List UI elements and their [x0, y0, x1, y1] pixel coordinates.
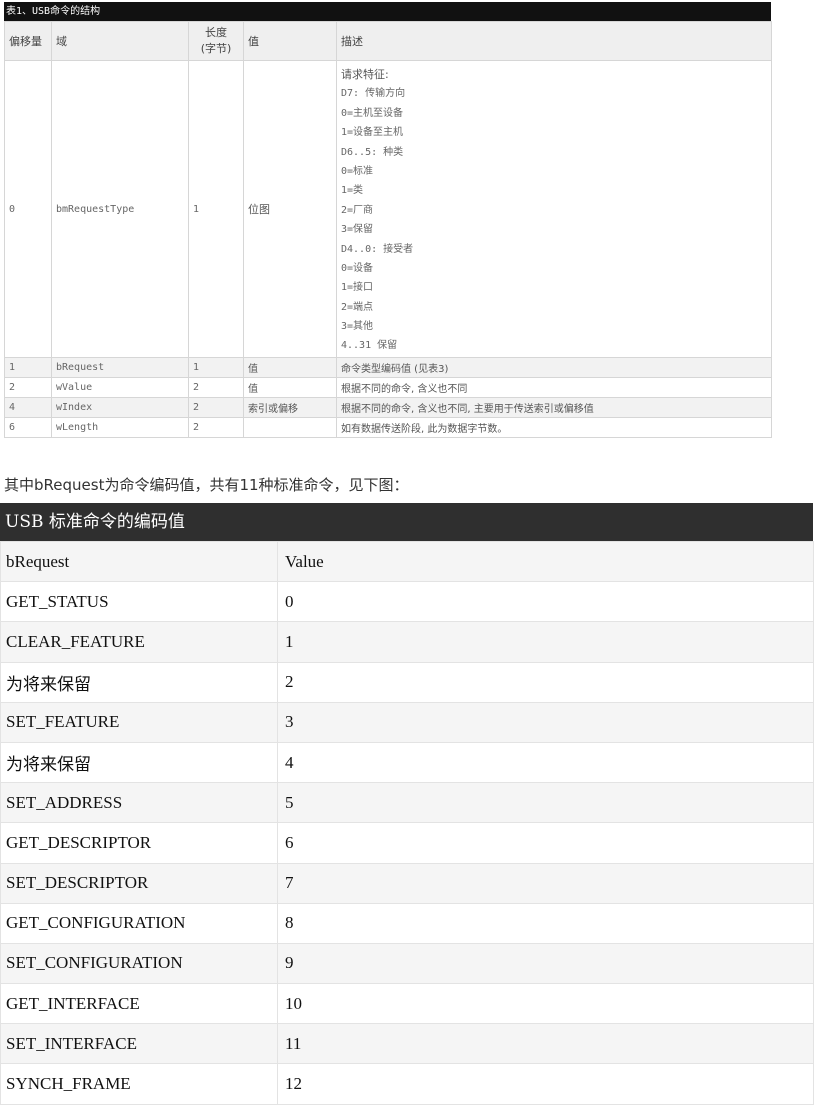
header-value: 值 — [243, 21, 337, 61]
table-row: GET_DESCRIPTOR 6 — [0, 822, 814, 864]
table-row: SET_INTERFACE 11 — [0, 1023, 814, 1065]
desc-line: 4..31 保留 — [341, 340, 398, 352]
table-row: 6 wLength 2 如有数据传送阶段, 此为数据字节数。 — [4, 417, 772, 438]
table-row: SYNCH_FRAME 12 — [0, 1063, 814, 1105]
usb-standard-request-codes-table: USB 标准命令的编码值 bRequest Value GET_STATUS 0 C… — [0, 503, 814, 1105]
desc-line: 3=其他 — [341, 321, 374, 333]
cell-value: 位图 — [243, 60, 337, 358]
header-offset: 偏移量 — [4, 21, 52, 61]
cell-name: GET_CONFIGURATION — [0, 902, 278, 944]
cell-value: 索引或偏移 — [243, 397, 337, 418]
desc-line: 0=设备 — [341, 262, 374, 274]
header-length: 长度 (字节) — [188, 21, 244, 61]
desc-line: 1=设备至主机 — [341, 127, 404, 139]
desc-line: 3=保留 — [341, 224, 374, 236]
cell-name: SET_DESCRIPTOR — [0, 862, 278, 904]
table-row: 为将来保留 2 — [0, 661, 814, 703]
desc-line: 2=端点 — [341, 301, 374, 313]
cell-offset: 0 — [4, 60, 52, 358]
table-row: 1 bRequest 1 值 命令类型编码值 (见表3) — [4, 357, 772, 378]
table-row: GET_STATUS 0 — [0, 581, 814, 623]
cell-value: 5 — [277, 782, 814, 824]
header-length-line1: 长度 — [205, 26, 227, 39]
cell-field: wLength — [51, 417, 189, 438]
cell-field: wIndex — [51, 397, 189, 418]
cell-length: 2 — [188, 377, 244, 398]
cell-offset: 6 — [4, 417, 52, 438]
desc-line: 请求特征: — [341, 68, 389, 81]
cell-value: 8 — [277, 902, 814, 944]
cell-name: CLEAR_FEATURE — [0, 621, 278, 663]
header-length-line2: (字节) — [200, 42, 232, 55]
desc-line: D4..0: 接受者 — [341, 243, 414, 255]
table-row: SET_FEATURE 3 — [0, 701, 814, 743]
cell-desc: 请求特征: D7: 传输方向 0=主机至设备 1=设备至主机 D6..5: 种类… — [336, 60, 772, 358]
cell-length: 1 — [188, 357, 244, 378]
cell-value: 9 — [277, 942, 814, 985]
desc-line: D6..5: 种类 — [341, 146, 404, 158]
cell-name: SET_INTERFACE — [0, 1023, 278, 1065]
cell-offset: 1 — [4, 357, 52, 378]
cell-desc: 如有数据传送阶段, 此为数据字节数。 — [336, 417, 772, 438]
cell-name: GET_DESCRIPTOR — [0, 822, 278, 864]
cell-desc: 根据不同的命令, 含义也不同 — [336, 377, 772, 398]
desc-line: 0=主机至设备 — [341, 107, 404, 119]
cell-length: 2 — [188, 397, 244, 418]
cell-value: 值 — [243, 357, 337, 378]
cell-name: SET_ADDRESS — [0, 782, 278, 824]
table-row: 2 wValue 2 值 根据不同的命令, 含义也不同 — [4, 377, 772, 398]
table-row: SET_ADDRESS 5 — [0, 782, 814, 824]
cell-value: 11 — [277, 1023, 814, 1065]
desc-line: 1=类 — [341, 185, 364, 197]
desc-line: 2=厂商 — [341, 204, 374, 216]
desc-line: 0=标准 — [341, 165, 374, 177]
desc-line: D7: 传输方向 — [341, 88, 406, 100]
desc-line: 1=接口 — [341, 282, 374, 294]
table-row: GET_INTERFACE 10 — [0, 983, 814, 1025]
cell-name: 为将来保留 — [0, 741, 278, 784]
table-row: GET_CONFIGURATION 8 — [0, 902, 814, 944]
cell-value: 10 — [277, 983, 814, 1025]
table-row: SET_CONFIGURATION 9 — [0, 942, 814, 985]
cell-value: 1 — [277, 621, 814, 663]
cell-name: SET_FEATURE — [0, 701, 278, 743]
table-row: CLEAR_FEATURE 1 — [0, 621, 814, 663]
table-row: SET_DESCRIPTOR 7 — [0, 862, 814, 904]
cell-name: 为将来保留 — [0, 661, 278, 703]
cell-name: GET_STATUS — [0, 581, 278, 623]
cell-value: Value — [277, 540, 814, 583]
table1-caption: 表1、USB命令的结构 — [4, 2, 771, 21]
cell-value: 3 — [277, 701, 814, 743]
cell-field: wValue — [51, 377, 189, 398]
intro-paragraph: 其中bRequest为命令编码值，共有11种标准命令，见下图： — [4, 476, 409, 494]
cell-value: 4 — [277, 741, 814, 784]
cell-name: bRequest — [0, 540, 278, 583]
cell-offset: 4 — [4, 397, 52, 418]
cell-value — [243, 417, 337, 438]
cell-value: 2 — [277, 661, 814, 703]
cell-length: 2 — [188, 417, 244, 438]
table-row: 为将来保留 4 — [0, 741, 814, 784]
cell-desc: 根据不同的命令, 含义也不同, 主要用于传送索引或偏移值 — [336, 397, 772, 418]
cell-value: 12 — [277, 1063, 814, 1105]
cell-name: SET_CONFIGURATION — [0, 942, 278, 985]
header-field: 域 — [51, 21, 189, 61]
usb-command-structure-table: 表1、USB命令的结构 偏移量 域 长度 (字节) 值 描述 0 bmReque… — [4, 2, 772, 438]
table-row: 0 bmRequestType 1 位图 请求特征: D7: 传输方向 0=主机… — [4, 60, 772, 358]
cell-value: 值 — [243, 377, 337, 398]
cell-value: 7 — [277, 862, 814, 904]
cell-name: SYNCH_FRAME — [0, 1063, 278, 1105]
table2-caption: USB 标准命令的编码值 — [0, 503, 813, 541]
cell-field: bRequest — [51, 357, 189, 378]
cell-field: bmRequestType — [51, 60, 189, 358]
cell-offset: 2 — [4, 377, 52, 398]
table-row: bRequest Value — [0, 540, 814, 583]
cell-value: 0 — [277, 581, 814, 623]
cell-desc: 命令类型编码值 (见表3) — [336, 357, 772, 378]
header-desc: 描述 — [336, 21, 772, 61]
cell-length: 1 — [188, 60, 244, 358]
cell-value: 6 — [277, 822, 814, 864]
cell-name: GET_INTERFACE — [0, 983, 278, 1025]
table-row: 4 wIndex 2 索引或偏移 根据不同的命令, 含义也不同, 主要用于传送索… — [4, 397, 772, 418]
